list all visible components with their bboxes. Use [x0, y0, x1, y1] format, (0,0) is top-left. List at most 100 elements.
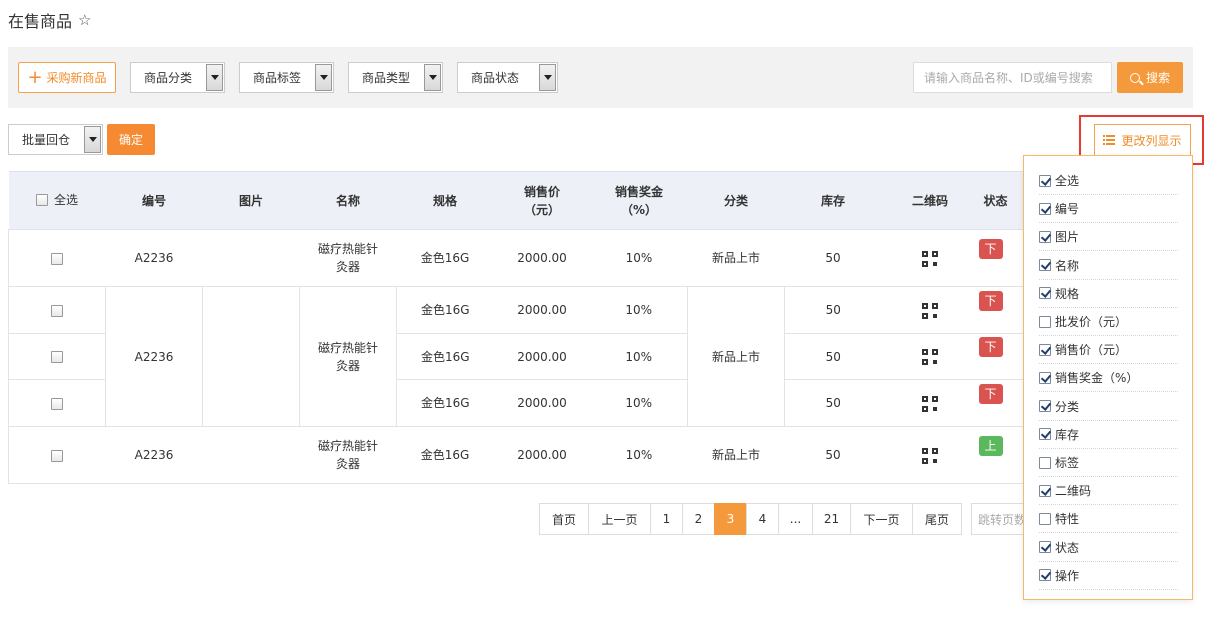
- confirm-button[interactable]: 确定: [107, 124, 155, 155]
- row-select-cell: [8, 426, 106, 484]
- column-option[interactable]: 销售价（元）: [1039, 336, 1178, 365]
- qrcode-icon[interactable]: [922, 447, 938, 464]
- column-option[interactable]: 销售奖金（%）: [1039, 364, 1178, 393]
- checkbox-checked-icon[interactable]: [1039, 202, 1051, 215]
- page-number[interactable]: 1: [650, 503, 683, 535]
- status-badge[interactable]: 下架: [978, 238, 1003, 276]
- row-checkbox[interactable]: [51, 252, 64, 265]
- checkbox-checked-icon[interactable]: [1039, 371, 1051, 384]
- product-bonus: 10%: [590, 333, 688, 380]
- qrcode-icon[interactable]: [922, 395, 938, 412]
- checkbox-checked-icon[interactable]: [1039, 230, 1051, 243]
- header-price: 销售价 （元）: [493, 171, 591, 230]
- column-option[interactable]: 批发价（元）: [1039, 308, 1178, 336]
- product-number: A2236: [105, 426, 203, 484]
- product-name-text: 磁疗热能针灸器: [317, 340, 378, 373]
- product-price: 2000.00: [493, 426, 591, 484]
- page-jump-input[interactable]: 跳转页数: [971, 503, 1031, 535]
- chevron-down-icon: [424, 64, 441, 91]
- search-button-label: 搜索: [1145, 71, 1170, 85]
- table-row: A2236 磁疗热能针灸器 金色16G 2000.00 10% 新品上市 50 …: [8, 426, 1039, 484]
- product-stock: 50: [784, 286, 882, 334]
- column-option[interactable]: 名称: [1039, 252, 1178, 280]
- filter-status-label: 商品状态: [471, 71, 520, 85]
- filter-category-select[interactable]: 商品分类: [130, 62, 225, 93]
- status-badge[interactable]: 下架: [978, 383, 1003, 421]
- column-option[interactable]: 状态: [1039, 534, 1178, 562]
- status-badge[interactable]: 上架: [978, 435, 1003, 473]
- product-number: A2236: [105, 286, 203, 427]
- search-button[interactable]: 搜索: [1117, 62, 1183, 93]
- chevron-down-icon: [84, 126, 101, 153]
- page-jump-placeholder: 跳转页数: [978, 512, 1027, 527]
- checkbox-unchecked-icon[interactable]: [1039, 456, 1051, 469]
- batch-action-select[interactable]: 批量回仓: [8, 124, 103, 155]
- column-option[interactable]: 分类: [1039, 393, 1178, 421]
- product-spec: 金色16G: [396, 333, 494, 380]
- row-checkbox[interactable]: [51, 304, 63, 317]
- checkbox-checked-icon[interactable]: [1039, 569, 1051, 582]
- column-option[interactable]: 操作: [1039, 562, 1178, 590]
- checkbox-checked-icon[interactable]: [1039, 287, 1051, 300]
- search-placeholder: 请输入商品名称、ID或编号搜索: [924, 71, 1093, 85]
- qrcode-icon[interactable]: [922, 349, 938, 365]
- product-qrcode: [881, 229, 979, 287]
- column-option[interactable]: 二维码: [1039, 477, 1178, 506]
- row-checkbox[interactable]: [51, 449, 64, 462]
- checkbox-unchecked-icon[interactable]: [1039, 512, 1051, 525]
- checkbox-checked-icon[interactable]: [1039, 259, 1051, 272]
- filter-status-select[interactable]: 商品状态: [457, 62, 558, 93]
- checkbox-checked-icon[interactable]: [1039, 343, 1051, 356]
- column-option-label: 状态: [1055, 540, 1080, 555]
- row-checkbox[interactable]: [51, 351, 63, 363]
- column-option[interactable]: 全选: [1039, 167, 1178, 195]
- page-number[interactable]: 4: [746, 503, 779, 535]
- column-option[interactable]: 规格: [1039, 280, 1178, 308]
- checkbox-checked-icon[interactable]: [1039, 541, 1051, 554]
- filter-toolbar: + 采购新商品 商品分类 商品标签 商品类型 商品状态 请输入商品名称、ID或编…: [8, 47, 1193, 108]
- column-option[interactable]: 标签: [1039, 449, 1178, 477]
- qrcode-icon[interactable]: [922, 250, 938, 267]
- checkbox-checked-icon[interactable]: [1039, 428, 1051, 441]
- filter-tag-select[interactable]: 商品标签: [239, 62, 334, 93]
- new-product-label: 采购新商品: [46, 71, 107, 85]
- star-outline-icon[interactable]: ☆: [78, 11, 91, 29]
- column-option-label: 二维码: [1055, 484, 1092, 499]
- select-all-checkbox[interactable]: [35, 193, 48, 206]
- table-row: A2236 磁疗热能针灸器 金色16G 2000.00 10% 新品上市 50 …: [8, 286, 1039, 427]
- header-select-all[interactable]: 全选: [8, 171, 106, 230]
- column-option[interactable]: 库存: [1039, 421, 1178, 449]
- column-option[interactable]: 编号: [1039, 195, 1178, 224]
- checkbox-checked-icon[interactable]: [1039, 484, 1051, 497]
- filter-type-select[interactable]: 商品类型: [348, 62, 443, 93]
- product-price: 2000.00: [493, 286, 591, 334]
- page-number[interactable]: 2: [682, 503, 715, 535]
- page-last[interactable]: 尾页: [912, 503, 962, 535]
- column-display-label: 更改列显示: [1121, 133, 1182, 148]
- status-badge[interactable]: 下架: [978, 290, 1003, 328]
- page-number-current[interactable]: 3: [714, 503, 747, 535]
- header-qrcode: 二维码: [881, 171, 979, 230]
- row-checkbox[interactable]: [51, 397, 63, 410]
- product-spec: 金色16G: [396, 426, 494, 484]
- qrcode-icon[interactable]: [922, 302, 938, 319]
- product-bonus: 10%: [590, 379, 688, 427]
- column-option[interactable]: 图片: [1039, 223, 1178, 252]
- page-prev[interactable]: 上一页: [588, 503, 651, 535]
- table-row: A2236 磁疗热能针灸器 金色16G 2000.00 10% 新品上市 50 …: [8, 229, 1039, 287]
- page-next[interactable]: 下一页: [850, 503, 913, 535]
- search-input[interactable]: 请输入商品名称、ID或编号搜索: [913, 62, 1112, 93]
- column-option[interactable]: 特性: [1039, 505, 1178, 534]
- checkbox-checked-icon[interactable]: [1039, 174, 1051, 187]
- product-category: 新品上市: [687, 426, 785, 484]
- product-bonus: 10%: [590, 286, 688, 334]
- status-badge[interactable]: 下架: [978, 337, 1003, 374]
- column-option-label: 全选: [1055, 174, 1080, 188]
- checkbox-unchecked-icon[interactable]: [1039, 315, 1051, 328]
- header-spec: 规格: [396, 171, 494, 230]
- new-product-button[interactable]: + 采购新商品: [18, 62, 116, 93]
- page-first[interactable]: 首页: [539, 503, 589, 535]
- page-number[interactable]: 21: [812, 503, 851, 535]
- checkbox-checked-icon[interactable]: [1039, 400, 1051, 413]
- column-display-button[interactable]: 更改列显示: [1094, 124, 1191, 156]
